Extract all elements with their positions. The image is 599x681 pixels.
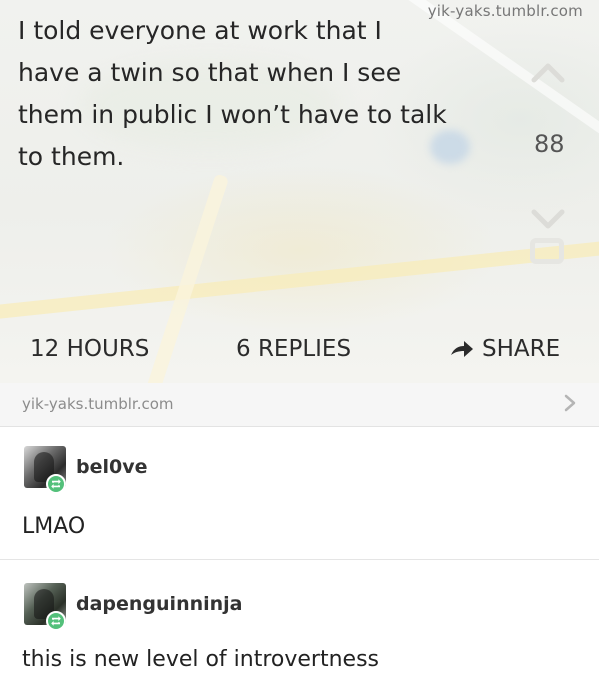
reblog-icon: [46, 474, 66, 494]
yak-text-line: to them.: [18, 142, 125, 171]
chevron-down-icon[interactable]: [528, 206, 568, 234]
yak-text-line: have a twin so that when I see: [18, 58, 402, 87]
comment-item: dapenguinninja this is new level of intr…: [0, 561, 599, 681]
post-age: 12 HOURS: [30, 336, 150, 362]
comment-username[interactable]: dapenguinninja: [76, 593, 243, 615]
source-link[interactable]: yik-yaks.tumblr.com: [22, 395, 174, 413]
replies-link[interactable]: 6 REPLIES: [236, 336, 351, 362]
arrow-right-icon: [451, 341, 473, 357]
yak-post-text: I told everyone at work that I have a tw…: [18, 10, 518, 178]
comment-text: LMAO: [22, 514, 86, 539]
reblog-icon: [46, 611, 66, 631]
share-button[interactable]: SHARE: [448, 336, 560, 362]
yak-text-line: them in public I won’t have to talk: [18, 100, 447, 129]
yak-card: yik-yaks.tumblr.com I told everyone at w…: [0, 0, 599, 383]
comment-item: bel0ve LMAO: [0, 428, 599, 560]
yak-meta-row: 12 HOURS 6 REPLIES SHARE: [0, 334, 599, 368]
map-marker-decoration: [530, 238, 564, 264]
share-label: SHARE: [482, 336, 561, 362]
source-link-row[interactable]: yik-yaks.tumblr.com: [0, 383, 599, 427]
chevron-up-icon[interactable]: [528, 58, 568, 86]
comment-text: this is new level of introvertness: [22, 647, 380, 672]
map-road: [0, 235, 599, 323]
comment-username[interactable]: bel0ve: [76, 456, 148, 478]
vote-count: 88: [534, 130, 565, 158]
yak-text-line: I told everyone at work that I: [18, 16, 382, 45]
chevron-right-icon: [564, 394, 576, 412]
